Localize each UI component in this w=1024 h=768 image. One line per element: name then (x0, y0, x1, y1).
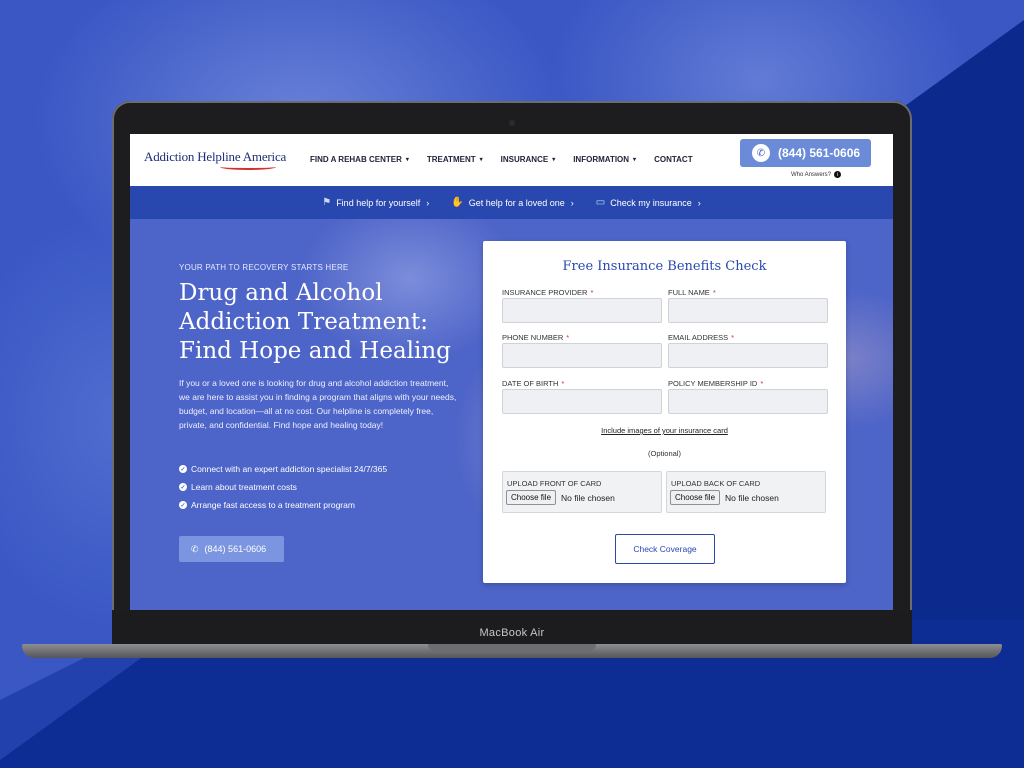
policy-id-input[interactable] (668, 389, 828, 414)
email-address-label: EMAIL ADDRESS * (668, 333, 734, 342)
who-answers-text: Who Answers? (791, 171, 832, 178)
label-text: INSURANCE PROVIDER (502, 288, 588, 297)
chevron-down-icon: ▾ (405, 157, 409, 163)
bullet-text: Connect with an expert addiction special… (191, 464, 388, 474)
label-text: EMAIL ADDRESS (668, 333, 729, 342)
hero-description: If you or a loved one is looking for dru… (179, 378, 457, 430)
insurance-provider-input[interactable] (502, 298, 662, 323)
laptop-screen: Addiction Helpline America FIND A REHAB … (130, 134, 893, 611)
nav-information[interactable]: INFORMATION ▾ (573, 155, 636, 164)
camera-icon (509, 120, 515, 126)
label-text: FULL NAME (668, 288, 710, 297)
choose-file-button[interactable]: Choose file (506, 490, 557, 505)
subnav-label: Check my insurance (610, 197, 692, 208)
check-circle-icon: ✓ (179, 483, 187, 491)
bullet-text: Learn about treatment costs (191, 482, 297, 492)
phone-icon: ✆ (752, 144, 770, 162)
who-answers-link[interactable]: Who Answers? i (791, 171, 842, 178)
full-name-label: FULL NAME * (668, 288, 716, 297)
info-icon: i (834, 171, 842, 178)
file-status: No file chosen (561, 493, 615, 503)
required-mark: * (731, 333, 735, 342)
include-card-images-link[interactable]: Include images of your insurance card (483, 426, 846, 435)
insurance-check-form: Free Insurance Benefits Check INSURANCE … (483, 241, 846, 583)
hero-title: Drug and Alcohol Addiction Treatment: Fi… (179, 280, 451, 364)
nav-label: INSURANCE (500, 155, 549, 164)
phone-icon: ✆ (191, 543, 199, 554)
check-coverage-button[interactable]: Check Coverage (615, 534, 715, 564)
list-item: ✓ Learn about treatment costs (179, 482, 387, 492)
nav-contact[interactable]: CONTACT (654, 155, 693, 164)
label-text: DATE OF BIRTH (502, 379, 559, 388)
site-header: Addiction Helpline America FIND A REHAB … (130, 134, 893, 186)
hero-phone-number: (844) 561-0606 (204, 544, 267, 554)
chevron-right-icon: › (697, 197, 701, 208)
phone-number-input[interactable] (502, 343, 662, 368)
nav-find-rehab-center[interactable]: FIND A REHAB CENTER ▾ (310, 155, 409, 164)
required-mark: * (566, 333, 570, 342)
full-name-input[interactable] (668, 298, 828, 323)
laptop-notch (428, 644, 596, 652)
date-of-birth-input[interactable] (502, 389, 662, 414)
email-address-input[interactable] (668, 343, 828, 368)
chevron-down-icon: ▾ (633, 157, 637, 163)
choose-file-button[interactable]: Choose file (670, 490, 721, 505)
required-mark: * (712, 288, 716, 297)
list-item: ✓ Connect with an expert addiction speci… (179, 464, 387, 474)
upload-front-label: UPLOAD FRONT OF CARD (507, 479, 602, 488)
nav-label: CONTACT (654, 155, 693, 164)
upload-back-label: UPLOAD BACK OF CARD (671, 479, 761, 488)
helping-hand-icon: ✋ (451, 197, 464, 208)
hero-section: YOUR PATH TO RECOVERY STARTS HERE Drug a… (130, 219, 893, 611)
subnav-check-insurance[interactable]: ▭ Check my insurance › (596, 197, 701, 208)
logo-swoosh (220, 164, 276, 170)
device-label: MacBook Air (479, 627, 545, 639)
check-circle-icon: ✓ (179, 465, 187, 473)
chevron-right-icon: › (426, 197, 430, 208)
header-phone-button[interactable]: ✆ (844) 561-0606 (740, 139, 871, 167)
sub-nav-bar: ⚑ Find help for yourself › ✋ Get help fo… (130, 186, 893, 219)
nav-treatment[interactable]: TREATMENT ▾ (427, 155, 483, 164)
chevron-down-icon: ▾ (552, 157, 556, 163)
flag-icon: ⚑ (322, 197, 332, 208)
chevron-right-icon: › (570, 197, 574, 208)
chevron-down-icon: ▾ (479, 157, 483, 163)
label-text: PHONE NUMBER (502, 333, 564, 342)
nav-label: TREATMENT (426, 155, 476, 164)
optional-note: (Optional) (648, 449, 681, 458)
subnav-help-loved-one[interactable]: ✋ Get help for a loved one › (451, 197, 574, 208)
nav-label: FIND A REHAB CENTER (310, 155, 402, 164)
form-title: Free Insurance Benefits Check (562, 259, 767, 274)
check-circle-icon: ✓ (179, 501, 187, 509)
required-mark: * (760, 379, 764, 388)
subnav-find-help-yourself[interactable]: ⚑ Find help for yourself › (322, 197, 429, 208)
upload-front-card: UPLOAD FRONT OF CARD Choose file No file… (502, 471, 662, 513)
nav-label: INFORMATION (573, 155, 630, 164)
phone-number-label: PHONE NUMBER * (502, 333, 569, 342)
nav-insurance[interactable]: INSURANCE ▾ (501, 155, 556, 164)
hero-phone-button[interactable]: ✆ (844) 561-0606 (179, 536, 284, 562)
hero-bullets: ✓ Connect with an expert addiction speci… (179, 464, 387, 518)
main-nav: FIND A REHAB CENTER ▾ TREATMENT ▾ INSURA… (310, 155, 711, 164)
insurance-provider-label: INSURANCE PROVIDER * (502, 288, 593, 297)
file-status: No file chosen (725, 493, 779, 503)
subnav-label: Find help for yourself (336, 197, 421, 208)
bullet-text: Arrange fast access to a treatment progr… (191, 500, 355, 510)
subnav-label: Get help for a loved one (468, 197, 565, 208)
header-phone-number: (844) 561-0606 (778, 146, 861, 160)
card-icon: ▭ (595, 197, 606, 208)
label-text: POLICY MEMBERSHIP ID (668, 379, 758, 388)
required-mark: * (590, 288, 594, 297)
hero-eyebrow: YOUR PATH TO RECOVERY STARTS HERE (179, 263, 349, 272)
site-logo[interactable]: Addiction Helpline America (144, 149, 286, 165)
list-item: ✓ Arrange fast access to a treatment pro… (179, 500, 387, 510)
required-mark: * (561, 379, 565, 388)
date-of-birth-label: DATE OF BIRTH * (502, 379, 564, 388)
upload-back-card: UPLOAD BACK OF CARD Choose file No file … (666, 471, 826, 513)
policy-id-label: POLICY MEMBERSHIP ID * (668, 379, 763, 388)
logo-text: Addiction Helpline America (144, 149, 287, 164)
